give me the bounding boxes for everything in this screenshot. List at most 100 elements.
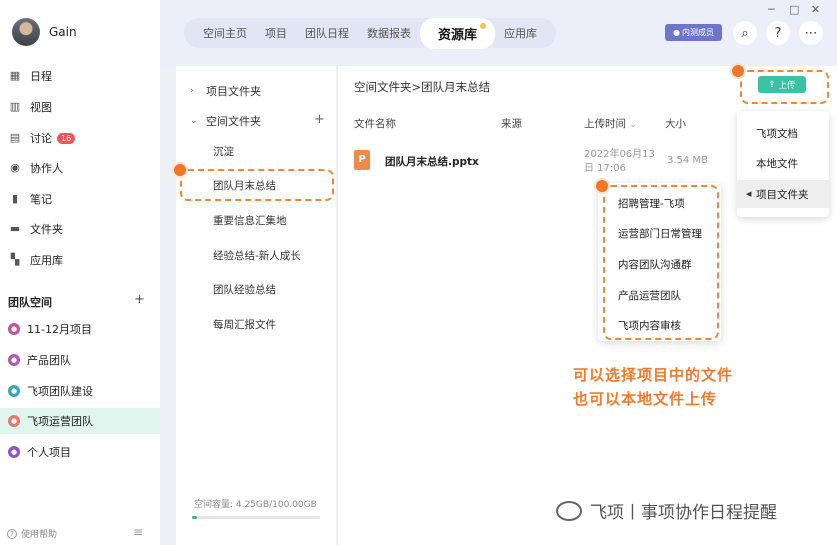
sidebar-item-notes[interactable]: ▮ 笔记 (9, 189, 52, 209)
sidebar-item-collaborators[interactable]: ◉ 协作人 (9, 158, 63, 178)
team-item-label: 个人项目 (27, 446, 71, 459)
tab-app-library[interactable]: 应用库 (495, 25, 546, 41)
tree-head-label: 项目文件夹 (206, 85, 261, 98)
menu-icon[interactable]: ≡ (133, 525, 143, 539)
team-icon: ● (8, 354, 20, 366)
tree-item[interactable]: 经验总结-新人成长 (213, 248, 301, 263)
column-header-uploaded-label: 上传时间 (584, 118, 626, 130)
column-header-uploaded[interactable]: 上传时间 ⌄ (584, 116, 637, 131)
sidebar-item-schedule[interactable]: ▦ 日程 (9, 66, 52, 86)
help-label: 使用帮助 (21, 530, 58, 540)
watermark-text: 飞项丨事项协作日程提醒 (590, 503, 777, 523)
team-item[interactable]: ● 飞项团队建设 (0, 378, 160, 404)
help-button[interactable]: ? (766, 21, 790, 45)
highlight-frame-selected-folder (180, 169, 334, 201)
sidebar-item-label: 文件夹 (30, 223, 63, 236)
folder-tree-panel: › 项目文件夹 ⌄ 空间文件夹 + 沉淀 团队月末总结 重要信息汇集地 经验总结… (176, 66, 336, 545)
menu-item-label: 项目文件夹 (756, 188, 809, 201)
tree-item[interactable]: 团队经验总结 (213, 282, 276, 297)
sidebar-item-label: 日程 (30, 70, 52, 83)
team-item[interactable]: ● 个人项目 (0, 439, 160, 465)
breadcrumb: 空间文件夹>团队月末总结 (354, 80, 491, 94)
tab-bar: 空间主页 项目 团队日程 数据报表 资源库 应用库 (184, 17, 557, 49)
upload-menu: 飞项文档 本地文件 ◀ 项目文件夹 (737, 111, 829, 217)
sidebar-item-label: 应用库 (30, 254, 63, 267)
member-avatar-icon: ● (673, 28, 680, 37)
tree-item[interactable]: 重要信息汇集地 (213, 213, 287, 228)
help-icon: ? (774, 25, 782, 41)
team-icon: ● (8, 446, 20, 458)
collaborator-icon: ◉ (10, 161, 20, 174)
team-item-label: 产品团队 (27, 354, 71, 367)
tab-projects[interactable]: 项目 (256, 25, 296, 41)
folder-icon: ▬ (9, 222, 21, 235)
left-sidebar: Gain ▦ 日程 ▥ 视图 ▤ 讨论 16 ◉ 协作人 ▮ 笔记 ▬ 文件夹 … (0, 0, 160, 545)
member-label: 内测成员 (681, 28, 714, 37)
add-folder-button[interactable]: + (314, 112, 325, 127)
tree-space-folder[interactable]: ⌄ 空间文件夹 (190, 113, 261, 129)
team-item-active[interactable]: ● 飞项运营团队 (0, 408, 160, 434)
chevron-right-icon: › (190, 86, 194, 96)
user-profile[interactable]: Gain (12, 18, 77, 46)
annotation-text: 可以选择项目中的文件 (573, 366, 734, 384)
highlight-frame-submenu (603, 185, 719, 340)
unread-badge: 16 (57, 132, 76, 144)
team-item[interactable]: ● 产品团队 (0, 347, 160, 373)
menu-item-feixiang-doc[interactable]: 飞项文档 (737, 119, 829, 147)
pptx-file-icon: P (354, 150, 370, 170)
watermark: 飞项丨事项协作日程提醒 (556, 498, 777, 523)
storage-bar-fill (192, 516, 198, 519)
sidebar-item-view[interactable]: ▥ 视图 (9, 97, 52, 117)
help-link[interactable]: ? 使用帮助 (7, 527, 57, 540)
team-item-label: 飞项运营团队 (27, 415, 93, 428)
team-item-label: 11-12月项目 (27, 323, 92, 336)
sidebar-item-label: 笔记 (30, 193, 52, 206)
annotation-text: 也可以本地文件上传 (573, 390, 718, 408)
tree-head-label: 空间文件夹 (206, 115, 261, 128)
sidebar-item-app-library[interactable]: ▚ 应用库 (9, 250, 63, 270)
team-space-title: 团队空间 (8, 296, 52, 309)
tab-data-report[interactable]: 数据报表 (358, 25, 420, 41)
tree-project-folder[interactable]: › 项目文件夹 (190, 83, 261, 99)
wechat-icon (556, 500, 582, 521)
tree-item[interactable]: 每周汇报文件 (213, 317, 276, 332)
more-button[interactable]: ⋯ (799, 21, 823, 45)
tab-team-schedule[interactable]: 团队日程 (296, 25, 358, 41)
menu-item-local-file[interactable]: 本地文件 (737, 149, 829, 177)
sidebar-item-label: 讨论 (30, 132, 52, 145)
add-team-button[interactable]: + (134, 292, 145, 307)
storage-capacity: 空间容量: 4.25GB/100.00GB (194, 500, 317, 510)
team-icon: ● (8, 415, 20, 427)
close-icon[interactable]: ✕ (811, 3, 820, 16)
column-header-source[interactable]: 来源 (501, 116, 522, 131)
team-item[interactable]: ● 11-12月项目 (0, 316, 160, 342)
avatar[interactable] (12, 18, 40, 46)
user-name: Gain (49, 25, 77, 39)
highlight-frame-upload (740, 70, 829, 104)
file-name: 团队月末总结.pptx (385, 156, 479, 168)
chevron-down-icon: ⌄ (190, 116, 198, 126)
sidebar-item-discussion[interactable]: ▤ 讨论 16 (9, 128, 76, 148)
member-button[interactable]: ● 内测成员 (665, 24, 722, 41)
column-header-size[interactable]: 大小 (665, 116, 686, 131)
view-icon: ▥ (9, 100, 21, 113)
minimize-icon[interactable]: ─ (768, 3, 775, 16)
tree-item[interactable]: 沉淀 (213, 144, 234, 159)
file-upload-date: 2022年06月13日 17:06 (584, 149, 655, 174)
question-icon: ? (7, 528, 17, 539)
more-icon: ⋯ (804, 25, 818, 41)
discussion-icon: ▤ (9, 131, 21, 144)
top-bar: 空间主页 项目 团队日程 数据报表 资源库 应用库 ● 内测成员 ⌕ ? ⋯ ─… (160, 0, 837, 66)
annotation-dot (730, 63, 746, 79)
team-icon: ● (8, 323, 20, 335)
tab-space-home[interactable]: 空间主页 (194, 25, 256, 41)
caret-left-icon: ◀ (746, 190, 752, 198)
storage-bar (192, 516, 320, 519)
menu-item-project-folder[interactable]: ◀ 项目文件夹 (737, 180, 829, 208)
sidebar-item-folder[interactable]: ▬ 文件夹 (9, 219, 63, 239)
maximize-icon[interactable]: □ (789, 3, 799, 16)
tab-resource-library[interactable]: 资源库 (420, 17, 496, 49)
search-button[interactable]: ⌕ (733, 21, 757, 45)
chevron-down-icon: ⌄ (629, 120, 637, 130)
column-header-name[interactable]: 文件名称 (354, 116, 396, 131)
